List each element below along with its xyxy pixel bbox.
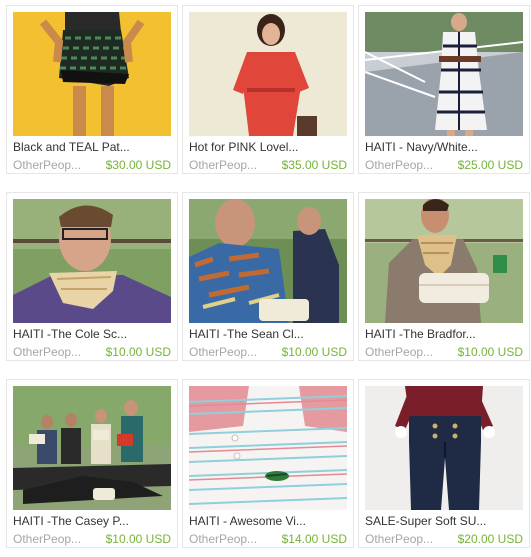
listing-thumbnail[interactable] [365, 12, 523, 136]
listing-price: $14.00 USD [281, 532, 347, 546]
listing-thumbnail[interactable] [189, 12, 347, 136]
listing-title[interactable]: HAITI - Navy/White... [365, 140, 523, 154]
listing-thumbnail[interactable] [13, 199, 171, 323]
listing-card[interactable]: SALE-Super Soft SU... OtherPeop... $20.0… [358, 379, 530, 548]
listing-price: $10.00 USD [457, 345, 523, 359]
listing-title[interactable]: Black and TEAL Pat... [13, 140, 171, 154]
listing-thumbnail[interactable] [13, 12, 171, 136]
shop-name[interactable]: OtherPeop... [189, 345, 257, 359]
listing-title[interactable]: HAITI -The Sean Cl... [189, 327, 347, 341]
listing-card[interactable]: HAITI -The Bradfor... OtherPeop... $10.0… [358, 192, 530, 361]
listing-title[interactable]: HAITI -The Casey P... [13, 514, 171, 528]
black-teal-skirt-photo [13, 12, 171, 136]
listing-card[interactable]: HAITI - Awesome Vi... OtherPeop... $14.0… [182, 379, 354, 548]
listing-price: $10.00 USD [105, 532, 171, 546]
sean-clutch-photo [189, 199, 347, 323]
casey-group-photo [13, 386, 171, 510]
listing-price: $10.00 USD [105, 345, 171, 359]
listing-card[interactable]: HAITI -The Cole Sc... OtherPeop... $10.0… [6, 192, 178, 361]
shop-name[interactable]: OtherPeop... [13, 532, 81, 546]
listing-title[interactable]: HAITI - Awesome Vi... [189, 514, 347, 528]
shop-name[interactable]: OtherPeop... [13, 345, 81, 359]
listing-title[interactable]: HAITI -The Cole Sc... [13, 327, 171, 341]
shop-name[interactable]: OtherPeop... [365, 158, 433, 172]
listing-card[interactable]: HAITI -The Casey P... OtherPeop... $10.0… [6, 379, 178, 548]
bradford-clutch-photo [365, 199, 523, 323]
listing-card[interactable]: Hot for PINK Lovel... OtherPeop... $35.0… [182, 5, 354, 174]
shop-name[interactable]: OtherPeop... [365, 532, 433, 546]
high-waist-jeans-photo [365, 386, 523, 510]
shop-name[interactable]: OtherPeop... [13, 158, 81, 172]
listing-title[interactable]: Hot for PINK Lovel... [189, 140, 347, 154]
listing-grid: Black and TEAL Pat... OtherPeop... $30.0… [0, 0, 531, 557]
listing-thumbnail[interactable] [189, 386, 347, 510]
pink-dress-photo [189, 12, 347, 136]
listing-title[interactable]: SALE-Super Soft SU... [365, 514, 523, 528]
listing-price: $30.00 USD [105, 158, 171, 172]
listing-thumbnail[interactable] [365, 199, 523, 323]
listing-price: $10.00 USD [281, 345, 347, 359]
listing-card[interactable]: HAITI -The Sean Cl... OtherPeop... $10.0… [182, 192, 354, 361]
listing-price: $35.00 USD [281, 158, 347, 172]
navy-white-dress-photo [365, 12, 523, 136]
listing-card[interactable]: HAITI - Navy/White... OtherPeop... $25.0… [358, 5, 530, 174]
striped-polo-photo [189, 386, 347, 510]
listing-thumbnail[interactable] [13, 386, 171, 510]
listing-card[interactable]: Black and TEAL Pat... OtherPeop... $30.0… [6, 5, 178, 174]
cole-scarf-photo [13, 199, 171, 323]
listing-thumbnail[interactable] [365, 386, 523, 510]
shop-name[interactable]: OtherPeop... [189, 158, 257, 172]
listing-title[interactable]: HAITI -The Bradfor... [365, 327, 523, 341]
shop-name[interactable]: OtherPeop... [365, 345, 433, 359]
listing-price: $20.00 USD [457, 532, 523, 546]
listing-thumbnail[interactable] [189, 199, 347, 323]
listing-price: $25.00 USD [457, 158, 523, 172]
shop-name[interactable]: OtherPeop... [189, 532, 257, 546]
